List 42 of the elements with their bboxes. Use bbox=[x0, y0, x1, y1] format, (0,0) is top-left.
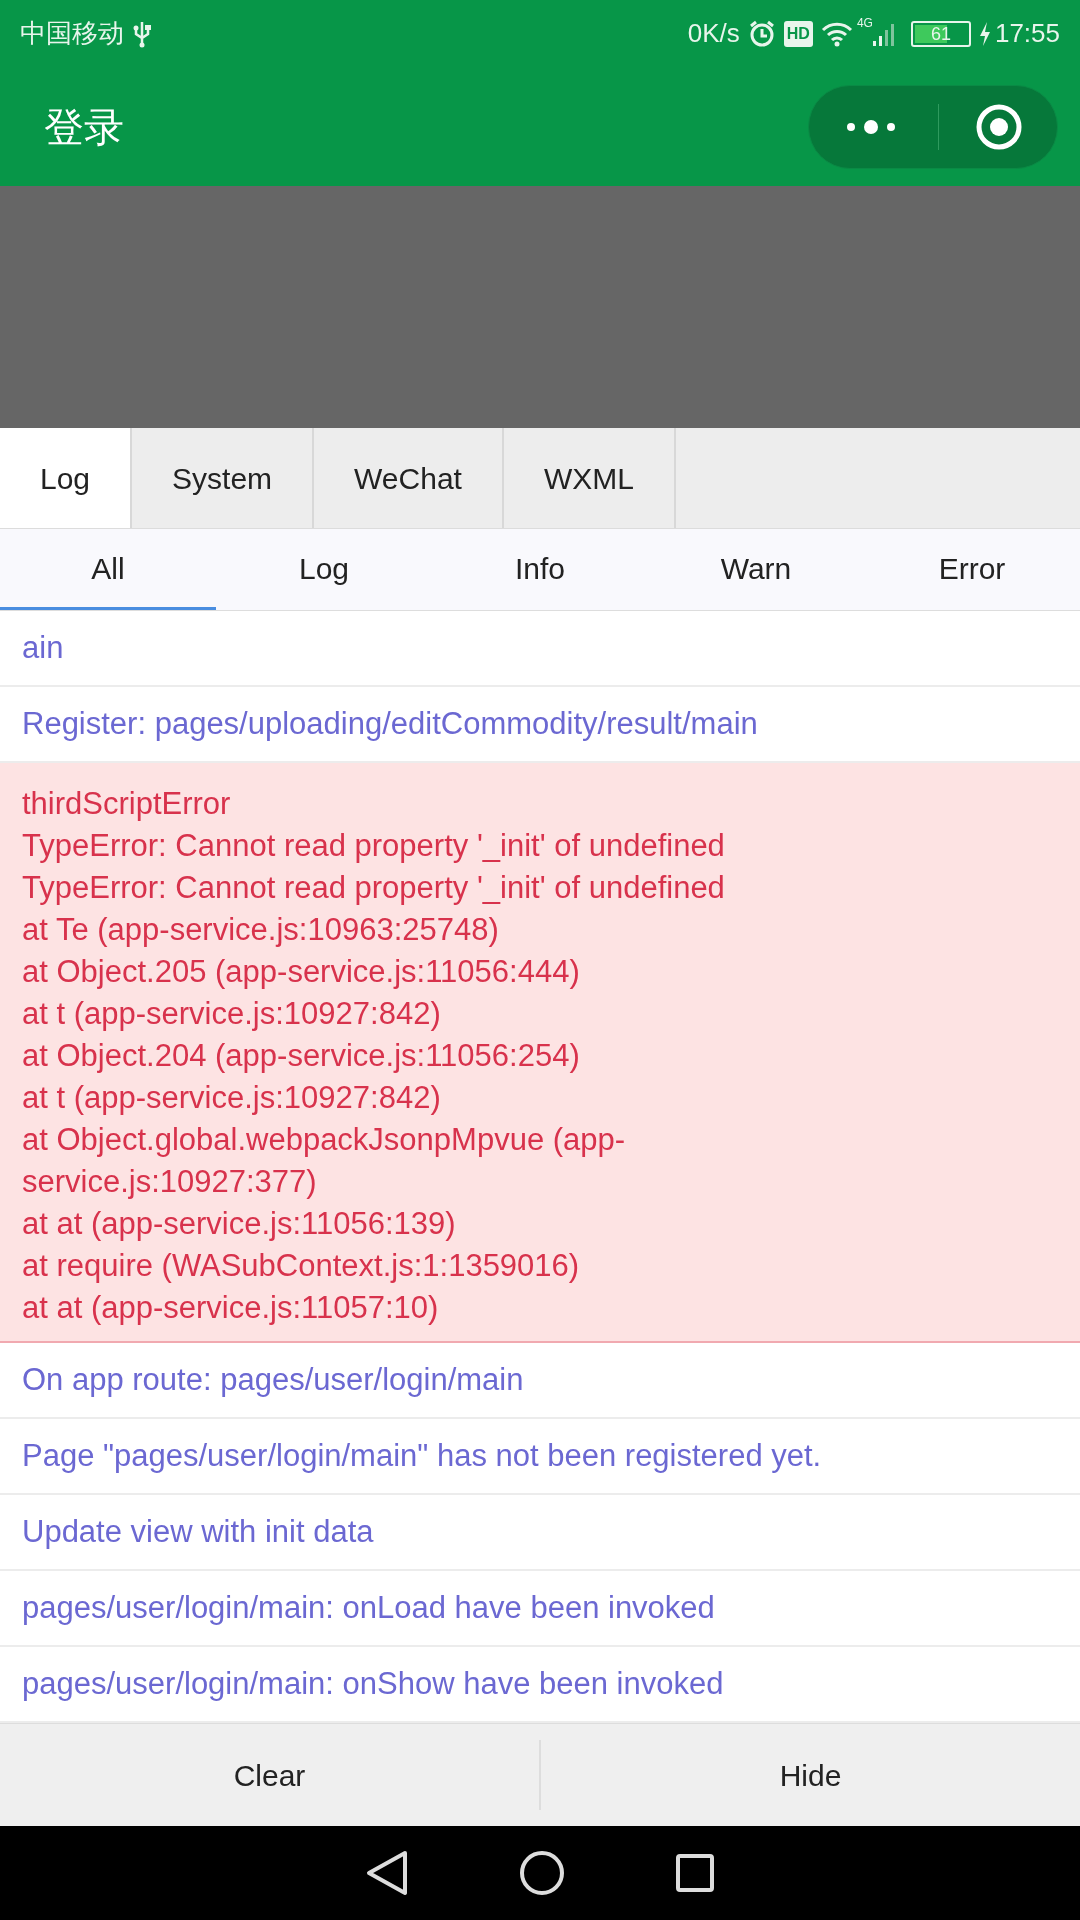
alarm-icon bbox=[747, 19, 776, 48]
error-line: TypeError: Cannot read property '_init' of undefined bbox=[22, 827, 726, 866]
network-type: 4G bbox=[856, 15, 873, 32]
error-line: at t (app-service.js:10927:842) bbox=[22, 995, 442, 1034]
error-line: at Te (app-service.js:10963:25748) bbox=[22, 911, 500, 950]
network-speed: 0K/s bbox=[687, 17, 740, 51]
clear-button[interactable]: Clear bbox=[0, 1751, 539, 1799]
error-line: at require (WASubContext.js:1:1359016) bbox=[22, 1247, 581, 1286]
page-title: 登录 bbox=[44, 103, 124, 151]
error-line: at at (app-service.js:11056:139) bbox=[22, 1205, 457, 1244]
charging-icon bbox=[978, 20, 991, 47]
filter-tab[interactable]: Error bbox=[864, 529, 1080, 611]
clock-time: 17:55 bbox=[994, 17, 1060, 51]
home-icon[interactable] bbox=[519, 1850, 565, 1897]
error-line: at Object.205 (app-service.js:11056:444) bbox=[22, 953, 581, 992]
log-text: Register: pages/uploading/editCommodity/result/main bbox=[22, 706, 759, 743]
filter-tab[interactable]: Info bbox=[432, 529, 648, 611]
log-text: pages/user/login/main: onShow have been invoked bbox=[22, 1666, 725, 1703]
back-icon[interactable] bbox=[365, 1850, 409, 1897]
filter-tab[interactable]: Warn bbox=[648, 529, 864, 611]
error-line: thirdScriptError bbox=[22, 785, 232, 824]
error-line: at Object.global.webpackJsonpMpvue (app-service.js:10927:377) bbox=[22, 1121, 627, 1202]
log-text: ain bbox=[22, 630, 65, 667]
usb-icon bbox=[132, 19, 152, 48]
hd-indicator: HD bbox=[783, 20, 813, 47]
log-text: Page "pages/user/login/main" has not been registered yet. bbox=[22, 1438, 823, 1475]
error-line: at t (app-service.js:10927:842) bbox=[22, 1079, 442, 1118]
tab[interactable]: Log bbox=[0, 428, 133, 529]
hide-button[interactable]: Hide bbox=[541, 1751, 1080, 1799]
log-text: On app route: pages/user/login/main bbox=[22, 1362, 525, 1399]
log-text: Update view with init data bbox=[22, 1514, 375, 1551]
filter-tab[interactable]: Log bbox=[216, 529, 432, 611]
error-line: at Object.204 (app-service.js:11056:254) bbox=[22, 1037, 581, 1076]
log-text: pages/user/login/main: onLoad have been invoked bbox=[22, 1590, 716, 1627]
error-line: at at (app-service.js:11057:10) bbox=[22, 1289, 440, 1328]
recent-apps-icon[interactable] bbox=[675, 1853, 715, 1894]
error-line: TypeError: Cannot read property '_init' of undefined bbox=[22, 869, 726, 908]
wifi-icon bbox=[820, 20, 853, 47]
battery-indicator: 61 bbox=[910, 20, 971, 47]
carrier-name: 中国移动 bbox=[20, 17, 124, 51]
close-icon[interactable] bbox=[975, 102, 1023, 151]
filter-tab[interactable]: All bbox=[0, 529, 216, 611]
